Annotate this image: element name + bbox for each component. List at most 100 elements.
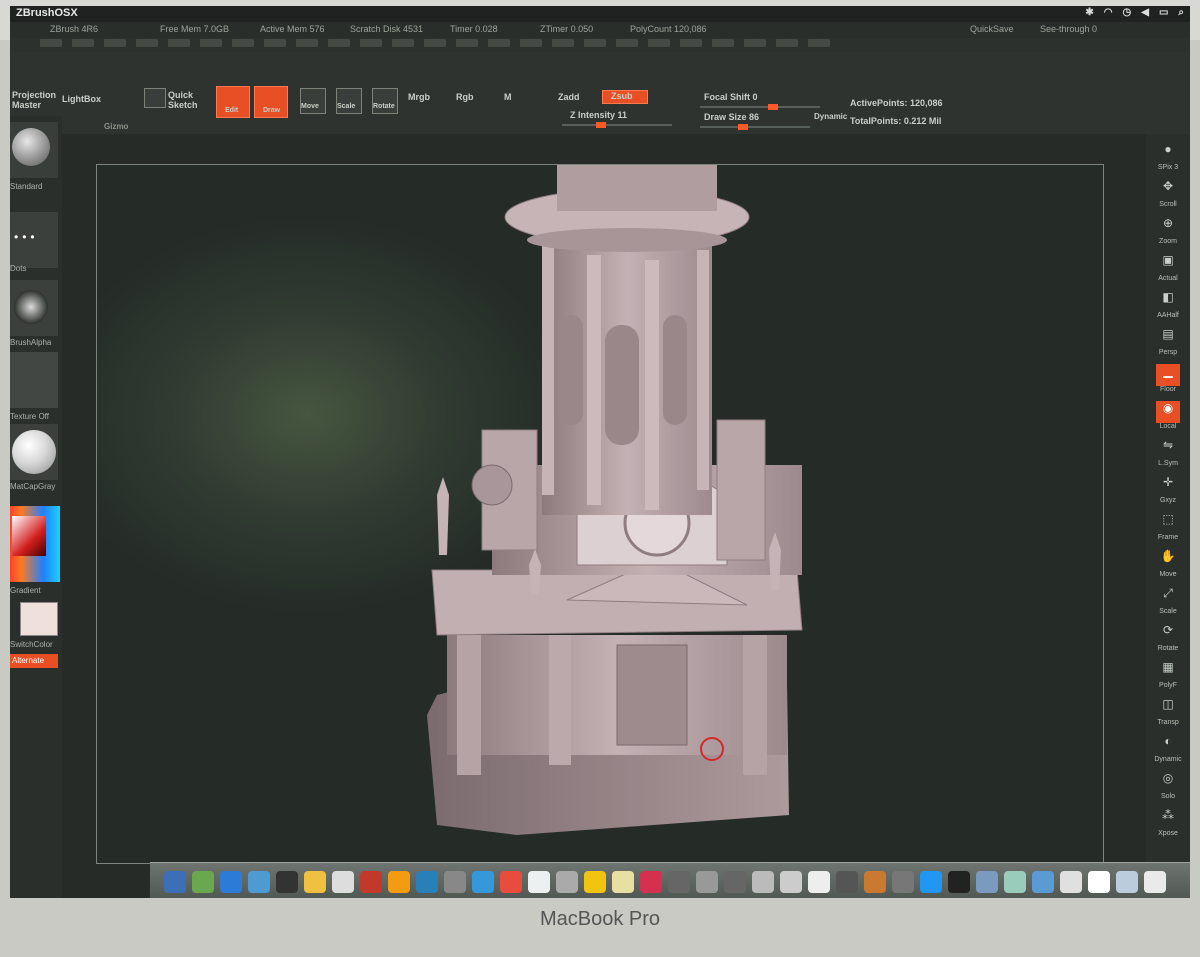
dock-app-icon[interactable] [836,871,858,893]
stroke-tile[interactable]: ••• [10,212,58,268]
projection-master-button[interactable]: Projection Master [12,90,56,110]
menu-item[interactable] [40,39,62,47]
menu-item[interactable] [136,39,158,47]
draw-size-knob[interactable] [738,124,748,130]
menu-item[interactable] [776,39,798,47]
m-button[interactable]: M [504,92,512,102]
rotate-icon[interactable]: ⟳ [1156,623,1180,645]
draw-size-track[interactable] [700,124,810,130]
zadd-button[interactable]: Zadd [558,92,580,102]
menu-item[interactable] [328,39,350,47]
dock-app-icon[interactable] [920,871,942,893]
draw-button[interactable]: Draw [254,86,288,118]
secondary-color-swatch[interactable] [20,602,58,636]
menu-item[interactable] [616,39,638,47]
dock-app-icon[interactable] [192,871,214,893]
dock-app-icon[interactable] [1032,871,1054,893]
dock-app-icon[interactable] [612,871,634,893]
z-intensity-track[interactable] [562,122,672,128]
dock-app-icon[interactable] [976,871,998,893]
menu-item[interactable] [200,39,222,47]
menu-item[interactable] [712,39,734,47]
menu-item[interactable] [808,39,830,47]
move-icon[interactable]: ✋ [1156,549,1180,571]
color-saturation-square[interactable] [12,516,46,556]
focal-shift-slider[interactable]: Focal Shift 0 [704,92,758,102]
gizmo-button[interactable]: Gizmo [104,122,128,131]
sphere-icon[interactable]: ● [1156,142,1180,164]
z-intensity-slider[interactable]: Z Intensity 11 [570,110,627,120]
color-picker[interactable] [10,506,60,582]
menu-item[interactable] [424,39,446,47]
draw-size-slider[interactable]: Draw Size 86 [704,112,759,122]
dock-app-icon[interactable] [640,871,662,893]
z-intensity-knob[interactable] [596,122,606,128]
dock-app-icon[interactable] [388,871,410,893]
actual-icon[interactable]: ▣ [1156,253,1180,275]
menu-item[interactable] [456,39,478,47]
menu-item[interactable] [488,39,510,47]
volume-icon[interactable]: ◀ [1141,7,1149,18]
transp-icon[interactable]: ◫ [1156,697,1180,719]
zoom-icon[interactable]: ⊕ [1156,216,1180,238]
dock-app-icon[interactable] [500,871,522,893]
focal-shift-track[interactable] [700,104,820,110]
persp-icon[interactable]: ▤ [1156,327,1180,349]
dock-app-icon[interactable] [220,871,242,893]
scroll-icon[interactable]: ✥ [1156,179,1180,201]
move-button[interactable]: Move [300,88,326,114]
menu-item[interactable] [104,39,126,47]
dock-app-icon[interactable] [164,871,186,893]
dock-app-icon[interactable] [304,871,326,893]
menu-item[interactable] [264,39,286,47]
dock-app-icon[interactable] [1088,871,1110,893]
menu-item[interactable] [296,39,318,47]
dock-app-icon[interactable] [668,871,690,893]
dock-app-icon[interactable] [808,871,830,893]
spotlight-icon[interactable]: ⌕ [1178,7,1184,18]
dock-app-icon[interactable] [892,871,914,893]
lsym-icon[interactable]: ⇋ [1156,438,1180,460]
focal-shift-knob[interactable] [768,104,778,110]
solo-icon[interactable]: ◎ [1156,771,1180,793]
rotate-button[interactable]: Rotate [372,88,398,114]
dock-app-icon[interactable] [332,871,354,893]
dock-app-icon[interactable] [248,871,270,893]
mrgb-button[interactable]: Mrgb [408,92,430,102]
dock-app-icon[interactable] [528,871,550,893]
wifi-icon[interactable]: ◠ [1104,7,1113,18]
menu-item[interactable] [360,39,382,47]
quicksave-button[interactable]: QuickSave [970,24,1014,34]
xyz-icon[interactable]: ✛ [1156,475,1180,497]
menu-item[interactable] [744,39,766,47]
alpha-tile[interactable] [10,280,58,336]
quick-sketch-icon[interactable] [144,88,166,108]
document-canvas[interactable] [96,151,1104,864]
menu-item[interactable] [680,39,702,47]
dock-app-icon[interactable] [752,871,774,893]
seethrough-slider[interactable]: See-through 0 [1040,24,1097,34]
lightbox-button[interactable]: LightBox [62,94,101,104]
dock-app-icon[interactable] [1004,871,1026,893]
menu-item[interactable] [232,39,254,47]
dynamic-button[interactable]: Dynamic [814,112,847,121]
menu-item[interactable] [168,39,190,47]
dock-app-icon[interactable] [948,871,970,893]
polyf-icon[interactable]: ▦ [1156,660,1180,682]
dock-app-icon[interactable] [696,871,718,893]
ghost-icon[interactable]: ◐ [1156,734,1180,756]
floor-icon[interactable]: ▁ [1156,364,1180,386]
menu-item[interactable] [72,39,94,47]
battery-icon[interactable]: ▭ [1159,7,1168,18]
texture-tile[interactable] [10,352,58,408]
menu-item[interactable] [584,39,606,47]
menu-item[interactable] [648,39,670,47]
edit-button[interactable]: Edit [216,86,250,118]
dock-app-icon[interactable] [724,871,746,893]
xpose-icon[interactable]: ⁂ [1156,808,1180,830]
dock-app-icon[interactable] [416,871,438,893]
switch-color-button[interactable]: SwitchColor [10,640,53,649]
dock-app-icon[interactable] [1060,871,1082,893]
menu-item[interactable] [392,39,414,47]
rgb-button[interactable]: Rgb [456,92,474,102]
